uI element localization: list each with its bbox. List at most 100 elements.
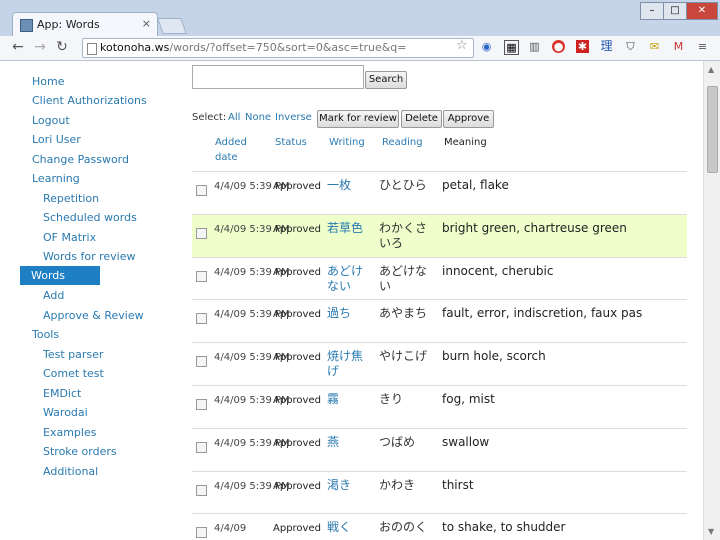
header-status[interactable]: Status xyxy=(275,135,307,150)
sidebar-item[interactable]: Scheduled words xyxy=(43,211,137,224)
search-button[interactable]: Search xyxy=(365,71,407,89)
row-checkbox[interactable] xyxy=(196,399,207,410)
row-checkbox[interactable] xyxy=(196,356,207,367)
row-checkbox[interactable] xyxy=(196,185,207,196)
browser-window: App: Words × – □ ✕ ← → ↻ kotonoha.ws/wor… xyxy=(0,0,720,540)
row-status: Approved xyxy=(273,438,321,449)
sidebar-item[interactable]: OF Matrix xyxy=(43,231,96,244)
sidebar-item[interactable]: Words xyxy=(20,266,101,285)
bookmark-star-icon[interactable]: ☆ xyxy=(456,38,468,53)
row-reading: やけこげ xyxy=(379,349,428,363)
minimize-button[interactable]: – xyxy=(640,2,664,20)
mail-icon[interactable]: ✉ xyxy=(648,40,661,53)
header-reading[interactable]: Reading xyxy=(382,135,423,150)
new-tab-button[interactable] xyxy=(157,18,187,34)
row-writing-link[interactable]: 若草色 xyxy=(327,221,371,236)
mark-for-review-button[interactable]: Mark for review xyxy=(317,110,399,128)
select-label: Select: xyxy=(192,112,227,123)
select-inverse-link[interactable]: Inverse xyxy=(275,112,312,123)
row-writing-link[interactable]: あどけない xyxy=(327,264,371,294)
row-checkbox[interactable] xyxy=(196,271,207,282)
tab-close-icon[interactable]: × xyxy=(142,17,151,30)
maximize-button[interactable]: □ xyxy=(663,2,687,20)
sidebar-item[interactable]: Examples xyxy=(43,426,96,439)
scrollbar-thumb[interactable] xyxy=(707,86,718,173)
row-status: Approved xyxy=(273,309,321,320)
select-all-link[interactable]: All xyxy=(228,112,240,123)
row-status: Approved xyxy=(273,352,321,363)
row-writing-link[interactable]: 霧 xyxy=(327,392,371,407)
table-row: 4/4/09 5:39 PM Approved 焼け焦げ やけこげ burn hole,… xyxy=(192,342,687,386)
kanji-extension-icon[interactable]: 理 xyxy=(600,40,613,53)
sidebar-item[interactable]: Test parser xyxy=(43,348,103,361)
sidebar-item[interactable]: Lori User xyxy=(32,133,81,146)
gmail-icon[interactable]: M xyxy=(672,40,685,53)
table-row: 4/4/09 5:39 PM Approved 一枚 ひとひら petal, flake xyxy=(192,171,687,215)
page-content: Home Client Authorizations Logout Lori User… xyxy=(0,61,703,540)
back-arrow-icon[interactable]: ← xyxy=(10,39,26,55)
shield-icon[interactable]: ⛉ xyxy=(624,40,637,53)
stop-icon[interactable]: ● xyxy=(552,40,565,53)
sidebar-item[interactable]: EMDict xyxy=(43,387,81,400)
row-reading: つばめ xyxy=(379,435,416,449)
favicon-icon xyxy=(20,19,33,32)
row-status: Approved xyxy=(273,181,321,192)
row-status: Approved xyxy=(273,523,321,534)
wrench-icon[interactable]: ≡ xyxy=(696,40,709,53)
sidebar-item[interactable]: Warodai xyxy=(43,406,88,419)
select-none-link[interactable]: None xyxy=(245,112,271,123)
cal-icon[interactable]: ▥ xyxy=(528,40,541,53)
row-writing-link[interactable]: 渇き xyxy=(327,478,371,493)
sidebar-item[interactable]: Home xyxy=(32,75,64,88)
sidebar-item[interactable]: Client Authorizations xyxy=(32,94,147,107)
table-row: 4/4/09 5:39 PM Approved 霧きり fog, mist xyxy=(192,385,687,429)
row-checkbox[interactable] xyxy=(196,313,207,324)
sidebar-item[interactable]: Add xyxy=(43,289,64,302)
row-writing-link[interactable]: 一枚 xyxy=(327,178,371,193)
approve-button[interactable]: Approve xyxy=(443,110,494,128)
url-host: kotonoha.ws xyxy=(100,41,170,54)
sidebar-item[interactable]: Tools xyxy=(32,328,59,341)
sidebar-item[interactable]: Logout xyxy=(32,114,70,127)
sidebar-item[interactable]: Comet test xyxy=(43,367,104,380)
grid-icon[interactable]: ▦ xyxy=(504,40,519,55)
row-writing-link[interactable]: 焼け焦げ xyxy=(327,349,371,379)
row-checkbox[interactable] xyxy=(196,527,207,538)
scroll-down-icon[interactable]: ▼ xyxy=(708,527,714,536)
plus-icon[interactable]: ✱ xyxy=(576,40,589,53)
header-added-date[interactable]: Added date xyxy=(215,135,255,165)
sidebar-item[interactable]: Words for review xyxy=(43,250,136,263)
row-meaning: innocent, cherubic xyxy=(442,264,554,278)
scroll-up-icon[interactable]: ▲ xyxy=(708,65,714,74)
row-meaning: fog, mist xyxy=(442,392,495,406)
sidebar-item[interactable]: Approve & Review xyxy=(43,309,144,322)
header-writing[interactable]: Writing xyxy=(329,135,365,150)
sidebar-item[interactable]: Change Password xyxy=(32,153,129,166)
sidebar-item[interactable]: Additional xyxy=(43,465,98,478)
row-meaning: petal, flake xyxy=(442,178,509,192)
row-checkbox[interactable] xyxy=(196,228,207,239)
chrome-icon[interactable]: ◉ xyxy=(480,40,493,53)
row-writing-link[interactable]: 過ち xyxy=(327,306,371,321)
table-row: 4/4/09 5:39 PM Approved 若草色 わかくさいろ bright gr… xyxy=(192,214,687,258)
reload-icon[interactable]: ↻ xyxy=(54,39,70,55)
scrollbar[interactable]: ▲ ▼ xyxy=(703,61,720,540)
forward-arrow-icon[interactable]: → xyxy=(32,39,48,55)
search-input[interactable] xyxy=(192,65,364,89)
row-date: 4/4/09 xyxy=(214,523,247,534)
row-status: Approved xyxy=(273,481,321,492)
sidebar-item[interactable]: Learning xyxy=(32,172,80,185)
sidebar-item[interactable]: Stroke orders xyxy=(43,445,117,458)
row-writing-link[interactable]: 戦く xyxy=(327,520,371,535)
row-writing-link[interactable]: 燕 xyxy=(327,435,371,450)
row-reading: わかくさいろ xyxy=(379,221,428,250)
delete-button[interactable]: Delete xyxy=(401,110,442,128)
row-meaning: fault, error, indiscretion, faux pas xyxy=(442,306,643,320)
close-window-button[interactable]: ✕ xyxy=(686,2,718,20)
row-checkbox[interactable] xyxy=(196,485,207,496)
row-checkbox[interactable] xyxy=(196,442,207,453)
browser-tab[interactable]: App: Words × xyxy=(12,12,158,37)
row-status: Approved xyxy=(273,395,321,406)
sidebar-item[interactable]: Repetition xyxy=(43,192,99,205)
address-bar[interactable]: kotonoha.ws/words/?offset=750&sort=0&asc… xyxy=(82,38,474,58)
